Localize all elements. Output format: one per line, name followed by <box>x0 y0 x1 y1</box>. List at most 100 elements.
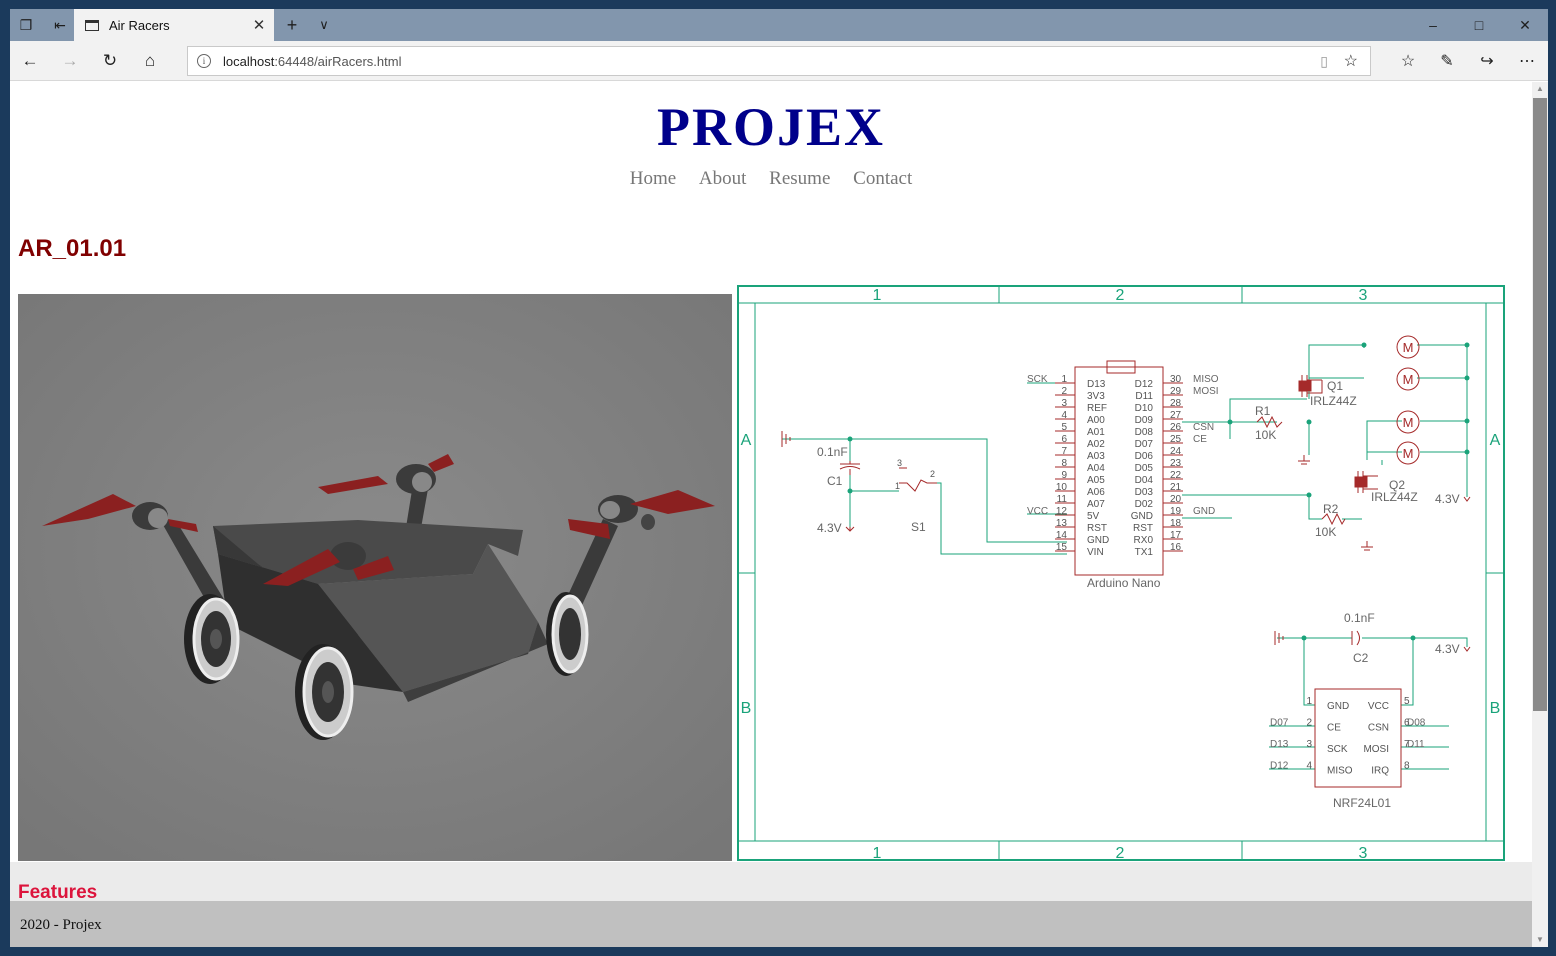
arduino-pin-a00: A00 <box>1087 415 1105 426</box>
new-tab-icon[interactable]: + <box>276 9 308 41</box>
nrf-pin-num-4: 4 <box>1306 761 1312 772</box>
arduino-pin-gnd: GND <box>1131 511 1153 522</box>
nrf-pin-miso: MISO <box>1327 766 1353 777</box>
nav-about-link[interactable]: About <box>699 168 747 189</box>
url-text[interactable]: localhost:64448/airRacers.html <box>223 54 401 69</box>
more-menu-icon[interactable]: ⋯ <box>1508 45 1546 77</box>
arduino-pin-d08: D08 <box>1135 427 1154 438</box>
q1-name: Q1 <box>1327 379 1343 393</box>
circuit-schematic: 1 2 3 1 2 3 A A B B M M M M D13 1 SCK 3V… <box>737 285 1505 862</box>
pen-notes-icon[interactable]: ✎ <box>1428 45 1466 77</box>
tab-bar: ❐ ⇤ Air Racers ✕ + ∨ – □ ✕ <box>10 9 1548 41</box>
reading-view-icon[interactable]: ▯ <box>1320 53 1328 70</box>
arduino-pin-d07: D07 <box>1135 439 1154 450</box>
web-page: PROJEX Home About Resume Contact AR_01.0… <box>10 82 1532 947</box>
frame-col-2: 2 <box>1116 287 1125 304</box>
frame-row-b: B <box>741 700 752 717</box>
tab-air-racers[interactable]: Air Racers ✕ <box>74 9 274 41</box>
frame-row-a-right: A <box>1490 432 1501 449</box>
arduino-pin-d02: D02 <box>1135 499 1154 510</box>
frame-col-3-bottom: 3 <box>1359 845 1368 861</box>
r2-value: 10K <box>1315 525 1336 539</box>
arduino-pin-tx1: TX1 <box>1135 547 1154 558</box>
r1-name: R1 <box>1255 404 1271 418</box>
favorite-star-icon[interactable]: ☆ <box>1344 51 1358 71</box>
footer-text: 2020 - Projex <box>20 917 102 933</box>
features-section <box>10 862 1532 902</box>
c1-value: 0.1nF <box>817 445 848 459</box>
nrf-pin-vcc: VCC <box>1368 701 1389 712</box>
supply-label-1: 4.3V <box>817 521 842 535</box>
arduino-pin-vin: VIN <box>1087 547 1104 558</box>
arduino-pin-d10: D10 <box>1135 403 1154 414</box>
tab-list-chevron-down-icon[interactable]: ∨ <box>308 9 340 41</box>
nrf-pin-csn: CSN <box>1368 723 1389 734</box>
q2-part: IRLZ44Z <box>1371 490 1418 504</box>
nav-contact-link[interactable]: Contact <box>853 168 912 189</box>
supply-label-2: 4.3V <box>1435 492 1460 506</box>
url-path: :64448/airRacers.html <box>274 53 402 69</box>
arduino-pin-d13: D13 <box>1087 379 1106 390</box>
page-scrollbar[interactable]: ▲ ▼ <box>1532 82 1548 947</box>
c1-name: C1 <box>827 474 843 488</box>
frame-row-b-right: B <box>1490 700 1501 717</box>
browser-window: ❐ ⇤ Air Racers ✕ + ∨ – □ ✕ ← → ↻ ⌂ i loc… <box>10 9 1548 947</box>
motor-2-label: M <box>1403 372 1414 387</box>
maximize-icon[interactable]: □ <box>1456 9 1502 41</box>
arduino-pin-d12: D12 <box>1135 379 1154 390</box>
arduino-pin-d05: D05 <box>1135 463 1154 474</box>
nrf-net-d11: D11 <box>1407 739 1425 750</box>
arduino-pin-rx0: RX0 <box>1134 535 1154 546</box>
nav-resume-link[interactable]: Resume <box>769 168 830 189</box>
home-icon[interactable]: ⌂ <box>132 45 168 77</box>
supply-label-3: 4.3V <box>1435 642 1460 656</box>
close-tab-icon[interactable]: ✕ <box>244 16 274 34</box>
arduino-pin-d11: D11 <box>1135 391 1153 402</box>
forward-icon[interactable]: → <box>52 45 88 77</box>
scroll-thumb[interactable] <box>1533 98 1547 711</box>
r1-value: 10K <box>1255 428 1276 442</box>
arduino-pin-a04: A04 <box>1087 463 1105 474</box>
nrf-pin-gnd: GND <box>1327 701 1349 712</box>
minimize-icon[interactable]: – <box>1410 9 1456 41</box>
air-racer-render-image <box>18 294 732 861</box>
switch-pin-2: 2 <box>930 469 935 479</box>
net-sck: SCK <box>1027 374 1048 385</box>
arduino-pin-3v3: 3V3 <box>1087 391 1105 402</box>
tab-title: Air Racers <box>109 17 170 33</box>
nrf-name: NRF24L01 <box>1333 796 1391 810</box>
arduino-pin-a03: A03 <box>1087 451 1105 462</box>
net-csn: CSN <box>1193 422 1214 433</box>
frame-col-1-bottom: 1 <box>873 845 882 861</box>
address-bar[interactable]: i localhost:64448/airRacers.html ▯ ☆ <box>187 46 1371 76</box>
page-footer: 2020 - Projex <box>10 901 1532 947</box>
q1-part: IRLZ44Z <box>1310 394 1357 408</box>
refresh-icon[interactable]: ↻ <box>92 45 128 77</box>
arduino-pin-rst: RST <box>1087 523 1107 534</box>
arduino-pin-a02: A02 <box>1087 439 1105 450</box>
net-mosi: MOSI <box>1193 386 1219 397</box>
scroll-down-icon[interactable]: ▼ <box>1532 933 1548 947</box>
scroll-up-icon[interactable]: ▲ <box>1532 82 1548 96</box>
net-vcc: VCC <box>1027 506 1048 517</box>
arduino-pin-gnd: GND <box>1087 535 1109 546</box>
nrf-pin-num-1: 1 <box>1306 696 1312 707</box>
nav-home-link[interactable]: Home <box>630 168 676 189</box>
back-icon[interactable]: ← <box>12 45 48 77</box>
share-icon[interactable]: ↪ <box>1468 45 1506 77</box>
s1-name: S1 <box>911 520 926 534</box>
site-logo[interactable]: PROJEX <box>10 96 1532 158</box>
set-aside-tabs-icon[interactable]: ⇤ <box>44 9 76 41</box>
nrf-pin-num-2: 2 <box>1306 718 1312 729</box>
close-window-icon[interactable]: ✕ <box>1502 9 1548 41</box>
arduino-pin-rst: RST <box>1133 523 1153 534</box>
navigation-bar: ← → ↻ ⌂ i localhost:64448/airRacers.html… <box>10 41 1548 81</box>
site-info-icon[interactable]: i <box>197 54 211 68</box>
favorites-hub-icon[interactable]: ☆ <box>1389 45 1427 77</box>
tab-actions-icon[interactable]: ❐ <box>10 9 42 41</box>
nrf-pin-num-8: 8 <box>1404 761 1410 772</box>
switch-pin-1: 1 <box>895 481 900 491</box>
nrf-net-d12: D12 <box>1270 761 1289 772</box>
arduino-pin-a05: A05 <box>1087 475 1105 486</box>
nrf-pin-sck: SCK <box>1327 744 1348 755</box>
